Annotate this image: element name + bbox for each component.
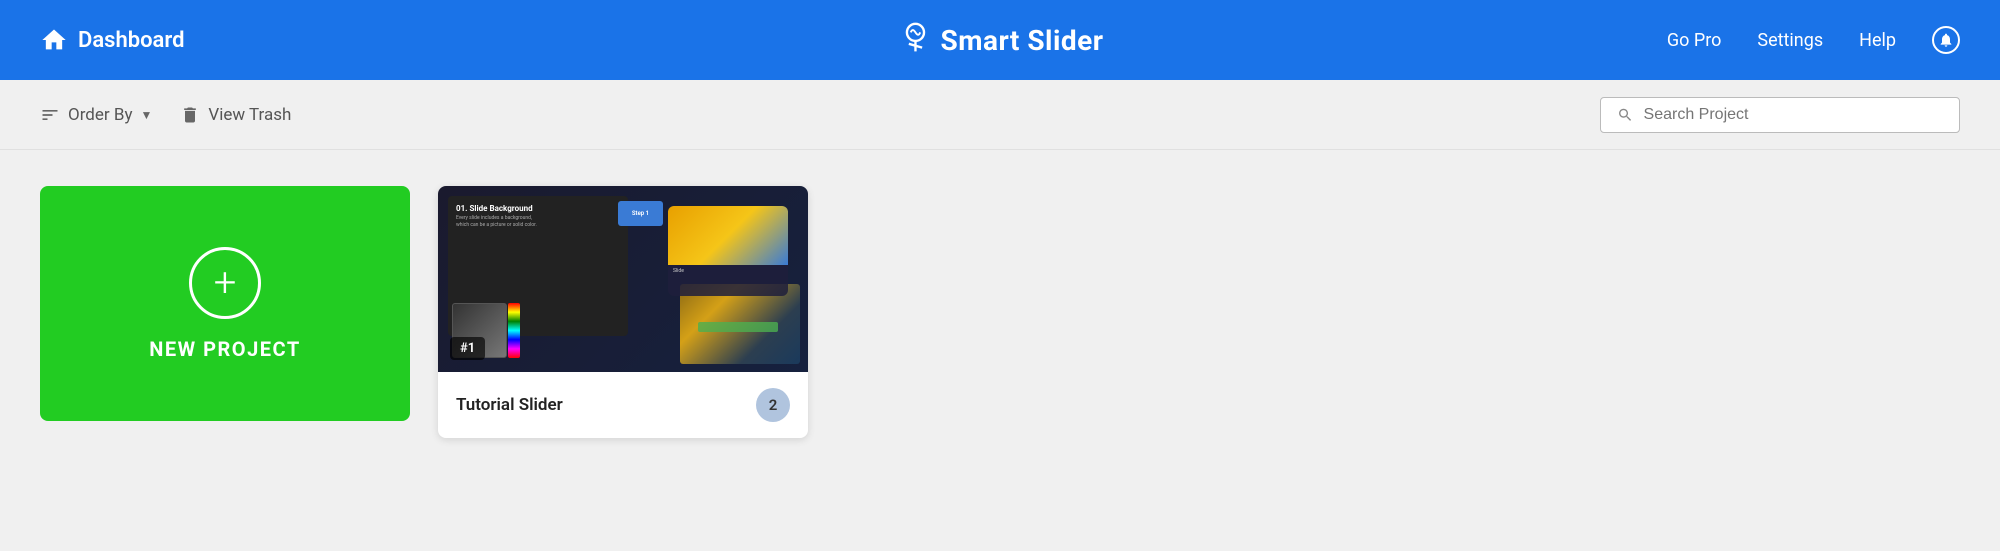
thumbnail-overlay-image	[668, 206, 788, 265]
dashboard-link[interactable]: Dashboard	[40, 26, 184, 54]
toolbar: Order By ▼ View Trash	[0, 80, 2000, 150]
order-by-icon	[40, 105, 60, 125]
thumbnail-overlay-card: Slide	[668, 206, 788, 296]
bell-icon	[1938, 32, 1954, 48]
toolbar-right	[1600, 97, 1960, 133]
search-input[interactable]	[1644, 106, 1943, 124]
home-icon	[40, 26, 68, 54]
order-by-button[interactable]: Order By ▼	[40, 105, 152, 125]
thumbnail-blue-block: Step 1	[618, 201, 663, 226]
smart-slider-logo-icon	[896, 21, 934, 59]
help-link[interactable]: Help	[1859, 30, 1896, 51]
order-by-label: Order By	[68, 105, 133, 125]
project-thumbnail: 01. Slide Background Every slide include…	[438, 186, 808, 372]
header: Dashboard Smart Slider Go Pro Settings H…	[0, 0, 2000, 80]
settings-link[interactable]: Settings	[1757, 30, 1823, 51]
project-name: Tutorial Slider	[456, 395, 563, 415]
thumbnail-green-bar	[698, 322, 778, 332]
project-card-footer: Tutorial Slider 2	[438, 372, 808, 438]
view-trash-label: View Trash	[208, 105, 291, 125]
toolbar-left: Order By ▼ View Trash	[40, 105, 291, 125]
thumbnail-overlay-bottom: Slide	[668, 265, 788, 277]
thumbnail-badge: #1	[450, 337, 485, 360]
view-trash-button[interactable]: View Trash	[180, 105, 291, 125]
thumbnail-slide-body: Every slide includes a background,which …	[456, 215, 620, 229]
thumbnail-slide-title: 01. Slide Background	[456, 204, 620, 213]
thumbnail-color-bar	[508, 303, 520, 358]
dashboard-label: Dashboard	[78, 28, 184, 53]
new-project-label: NEW PROJECT	[149, 337, 300, 361]
header-nav: Go Pro Settings Help	[1667, 26, 1960, 54]
search-box[interactable]	[1600, 97, 1960, 133]
logo-text: Smart Slider	[940, 24, 1103, 57]
project-card[interactable]: 01. Slide Background Every slide include…	[438, 186, 808, 438]
logo: Smart Slider	[896, 21, 1103, 59]
projects-grid: + NEW PROJECT 01. Slide Background Every…	[0, 150, 2000, 474]
go-pro-link[interactable]: Go Pro	[1667, 30, 1722, 51]
notifications-bell-icon[interactable]	[1932, 26, 1960, 54]
chevron-down-icon: ▼	[141, 108, 153, 122]
slide-count-badge: 2	[756, 388, 790, 422]
new-project-card[interactable]: + NEW PROJECT	[40, 186, 410, 421]
trash-icon	[180, 105, 200, 125]
search-icon	[1617, 106, 1634, 124]
thumbnail-overlay-text: Slide	[673, 268, 783, 274]
plus-circle-icon: +	[189, 247, 261, 319]
